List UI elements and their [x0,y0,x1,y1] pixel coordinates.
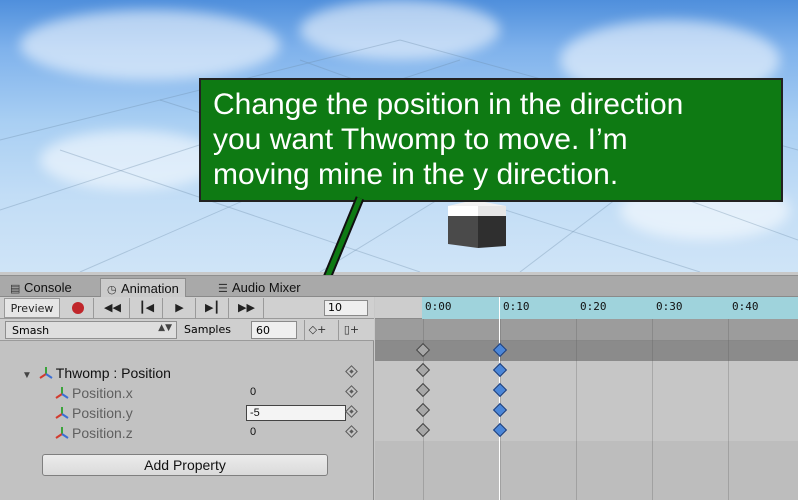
gridline [652,319,653,500]
add-property-button[interactable]: Add Property [42,454,328,476]
keyframe-rows [375,361,798,441]
gridline [576,319,577,500]
tick-label: 0:40 [732,300,759,313]
animation-properties-panel: Preview ◀◀ ┃◀ ▶ ▶┃ ▶▶ 10 Smash ▲▼ Sample… [0,297,374,500]
gridline [728,319,729,500]
mixer-icon: ☰ [218,283,228,295]
transform-axes-icon [55,387,69,399]
skip-last-icon: ▶▶ [238,301,255,314]
property-group-row[interactable]: ▼ Thwomp : Position [0,363,374,383]
timeline-band [375,319,798,341]
record-button[interactable] [62,298,94,318]
property-row-position-x[interactable]: Position.x 0 [0,383,374,403]
tick-label: 0:30 [656,300,683,313]
playhead[interactable] [499,297,500,500]
property-group-label: ▼ Thwomp : Position [22,365,171,381]
callout-text: Change the position in the direction you… [213,88,684,191]
timeline-empty-area [375,441,798,500]
time-ruler[interactable]: 0:00 0:10 0:20 0:30 0:40 [375,297,798,319]
tab-animation[interactable]: ◷ Animation [100,278,186,298]
clip-name: Smash [12,324,50,337]
keyframe-toggle-icon[interactable] [345,385,358,398]
summary-row [375,341,798,361]
tick-label: 0:20 [580,300,607,313]
property-label: Position.z [55,425,133,441]
foldout-triangle-icon[interactable]: ▼ [22,370,32,381]
play-icon: ▶ [175,301,184,314]
property-value[interactable]: 0 [250,426,256,438]
keyframe-toggle-icon[interactable] [345,365,358,378]
chevron-updown-icon: ▲▼ [158,323,172,333]
property-label: Position.x [55,385,133,401]
property-row-position-z[interactable]: Position.z 0 [0,423,374,443]
transform-axes-icon [39,367,53,379]
position-y-input[interactable]: -5 [246,405,346,421]
transform-axes-icon [55,407,69,419]
tab-console[interactable]: ▤ Console [4,278,78,298]
instruction-callout: Change the position in the direction you… [199,78,783,202]
clip-select[interactable]: Smash ▲▼ [5,321,177,339]
skip-first-icon: ◀◀ [104,301,121,314]
add-keyframe-icon: ◇+ [308,323,327,336]
add-event-button[interactable]: ▯+ [338,320,364,340]
last-keyframe-button[interactable]: ▶▶ [230,298,264,318]
panel-tab-bar: ▤ Console ◷ Animation ☰ Audio Mixer [0,275,798,298]
tab-audio-mixer[interactable]: ☰ Audio Mixer [212,278,307,298]
record-icon [71,302,84,314]
property-list: ▼ Thwomp : Position Position.x 0 Positio… [0,341,374,500]
playback-toolbar: Preview ◀◀ ┃◀ ▶ ▶┃ ▶▶ 10 [0,297,374,319]
samples-label: Samples [184,323,231,336]
play-button[interactable]: ▶ [164,298,196,318]
keyframe-toggle-icon[interactable] [345,405,358,418]
samples-field[interactable]: 60 [251,321,297,339]
dopesheet-timeline[interactable]: 0:00 0:10 0:20 0:30 0:40 [375,297,798,500]
console-icon: ▤ [10,283,21,295]
step-forward-icon: ▶┃ [204,301,221,314]
clip-toolbar: Smash ▲▼ Samples 60 ◇+ ▯+ [0,319,374,341]
tick-label: 0:00 [425,300,452,313]
keyframe-toggle-icon[interactable] [345,425,358,438]
property-value[interactable]: 0 [250,386,256,398]
next-keyframe-button[interactable]: ▶┃ [197,298,229,318]
clock-icon: ◷ [107,284,117,296]
first-keyframe-button[interactable]: ◀◀ [96,298,130,318]
previous-keyframe-button[interactable]: ┃◀ [131,298,163,318]
tick-label: 0:10 [503,300,530,313]
thwomp-cube[interactable] [444,200,508,250]
step-back-icon: ┃◀ [138,301,155,314]
property-row-position-y[interactable]: Position.y -5 [0,403,374,423]
property-label: Position.y [55,405,133,421]
transform-axes-icon [55,427,69,439]
frame-field[interactable]: 10 [324,300,368,316]
add-event-icon: ▯+ [343,323,360,336]
preview-button[interactable]: Preview [4,298,60,318]
add-keyframe-button[interactable]: ◇+ [304,320,330,340]
